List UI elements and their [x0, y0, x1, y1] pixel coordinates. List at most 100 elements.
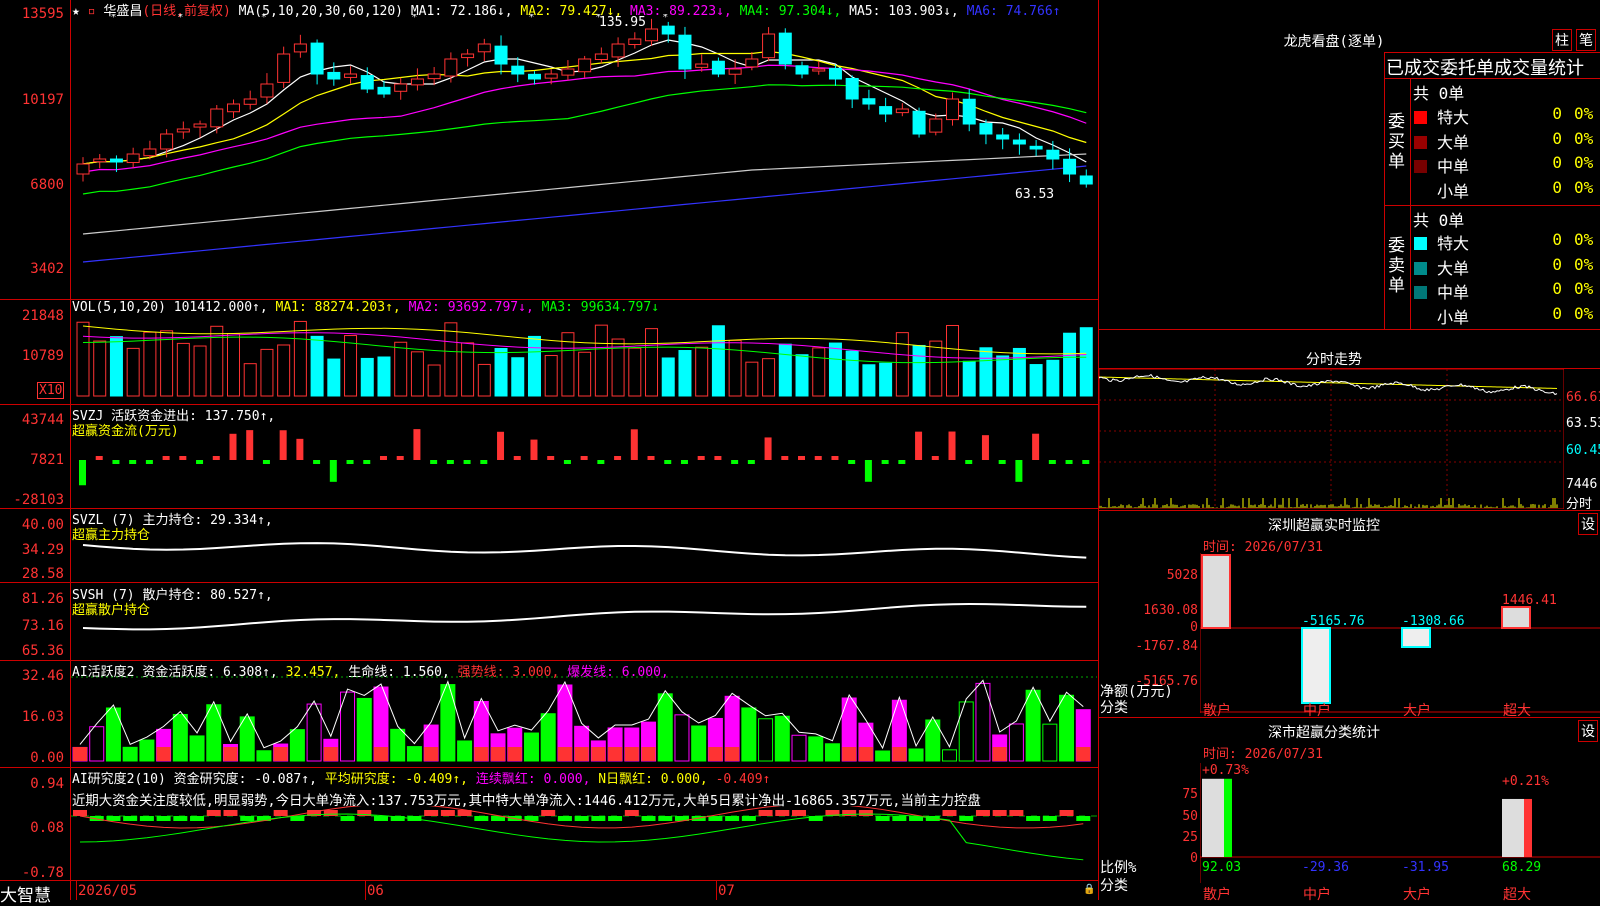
ai-res-bar [892, 816, 907, 821]
sell-swatch [1414, 261, 1427, 275]
candle-body [912, 110, 926, 135]
cls-settings-button[interactable]: 设 [1578, 720, 1598, 742]
candle-body [394, 83, 408, 92]
svzj-bar [313, 460, 321, 464]
vol-bar [929, 340, 943, 397]
cls-bar-edge [1224, 778, 1232, 857]
ai-res-c: 连续飘红: 0.000, [475, 772, 591, 787]
buy-row-4: 小单 0 0% [1414, 178, 1598, 202]
vol-bar [160, 330, 174, 397]
sz-bar-label: -5165.76 [1302, 614, 1365, 629]
fenshi-title: 分时走势 [1306, 352, 1362, 368]
svzl-axis-3: 28.58 [21, 566, 64, 582]
cls-unit: 比例% [1100, 860, 1137, 876]
sell-row-value: 0 [1552, 279, 1562, 298]
vol-chart[interactable] [71, 316, 1097, 398]
vol-bar [461, 342, 475, 397]
svzj-bar [296, 438, 304, 460]
svzj-bar [396, 456, 404, 460]
svzj-bar [881, 460, 889, 464]
ai-act-base [858, 747, 873, 761]
sz-axis-1: 5028 [1166, 568, 1198, 583]
ai-res-bar [323, 810, 338, 816]
svzj-bar [781, 456, 789, 460]
ai-act-bar [958, 701, 974, 762]
lhb-sub-line [1384, 78, 1600, 79]
sz-chart[interactable]: 5028 -5165.76 -1308.66 1446.41 [1200, 553, 1600, 713]
candle-body [979, 123, 993, 135]
sz-settings-button[interactable]: 设 [1578, 513, 1598, 535]
star-marker: * [110, 14, 116, 23]
svzj-bar [497, 431, 505, 460]
candle-body [962, 98, 976, 125]
svzj-bar [530, 439, 538, 460]
cls-axis-1: 75 [1182, 787, 1198, 802]
buy-swatch [1414, 184, 1427, 198]
price-chart[interactable]: 135.95 63.53 * * * * * * * [71, 14, 1097, 298]
cls-chart[interactable]: 92.03 -29.36 -31.95 68.29 +0.73% +0.21% [1200, 763, 1600, 883]
ai-act-bar [824, 743, 840, 762]
ai-res-bar [942, 810, 957, 816]
svzj-bar [1032, 433, 1040, 460]
fenshi-chart[interactable] [1099, 369, 1564, 509]
ai-act-bar [1008, 723, 1024, 762]
ai-res-chart[interactable] [71, 806, 1097, 879]
ai-act-bar [691, 725, 707, 762]
sell-row-value: 0 [1552, 254, 1562, 274]
vol-bar [410, 351, 424, 397]
fenshi-axis-2: 63.53 [1566, 416, 1600, 431]
vol-bar [93, 340, 107, 397]
ai-act-chart[interactable] [71, 661, 1097, 766]
svzj-bar [363, 460, 371, 464]
vol-bar [76, 321, 90, 397]
sz-bar-label: -1308.66 [1402, 614, 1465, 629]
vol-bar [226, 333, 240, 397]
candle-body [360, 75, 374, 90]
lock-icon[interactable]: 🔒 [1083, 884, 1095, 895]
vol-bar [260, 348, 274, 397]
ai-act-bar [808, 736, 824, 762]
buy-row-pct: 0% [1574, 128, 1594, 148]
svzj-bar [747, 460, 755, 464]
svzl-chart[interactable] [71, 509, 1097, 581]
vol-bar [979, 347, 993, 397]
vol-bar [310, 335, 324, 397]
svzj-axis-2: 7821 [30, 452, 64, 468]
svzj-bar [563, 460, 571, 464]
lhb-top-line [1384, 52, 1600, 53]
candle-body [260, 83, 274, 98]
date-3: 07 [718, 883, 735, 899]
vol-bar [327, 358, 341, 397]
svsh-line [82, 603, 1087, 631]
buy-row-value: 0 [1552, 153, 1562, 172]
sell-swatch [1414, 286, 1427, 299]
tick-mode-button[interactable]: 笔 [1576, 29, 1596, 51]
ai-res-bar [959, 816, 974, 821]
svsh-chart[interactable] [71, 583, 1097, 659]
bar-mode-button[interactable]: 柱 [1552, 29, 1572, 51]
price-axis-2: 10197 [21, 92, 64, 108]
ma-line [82, 165, 1087, 263]
sell-row-name: 特大 [1437, 234, 1470, 253]
buy-total: 共 0单 [1413, 84, 1465, 103]
candle-body [176, 128, 190, 133]
candle-body [929, 118, 943, 133]
vol-bar [962, 360, 976, 397]
buy-row-name: 大单 [1437, 132, 1470, 152]
ai-act-axis-1: 32.46 [21, 668, 64, 684]
candle-body [461, 53, 475, 59]
candle-body [611, 43, 625, 58]
sz-axis-4: -1767.84 [1135, 639, 1198, 654]
candle-body [310, 42, 324, 75]
ai-act-bar [89, 726, 105, 762]
svzj-chart[interactable] [71, 410, 1097, 506]
candle-body [996, 134, 1010, 140]
candle-body [76, 163, 90, 175]
candle-body [711, 60, 725, 75]
ai-act-base [641, 747, 656, 761]
sz-title: 深圳超赢实时监控 [1268, 518, 1380, 534]
lhb-left-line [1384, 52, 1385, 329]
vol-bar [176, 342, 190, 397]
ai-res-bar [240, 816, 255, 821]
cls-cat-4: 超大 [1503, 887, 1531, 903]
